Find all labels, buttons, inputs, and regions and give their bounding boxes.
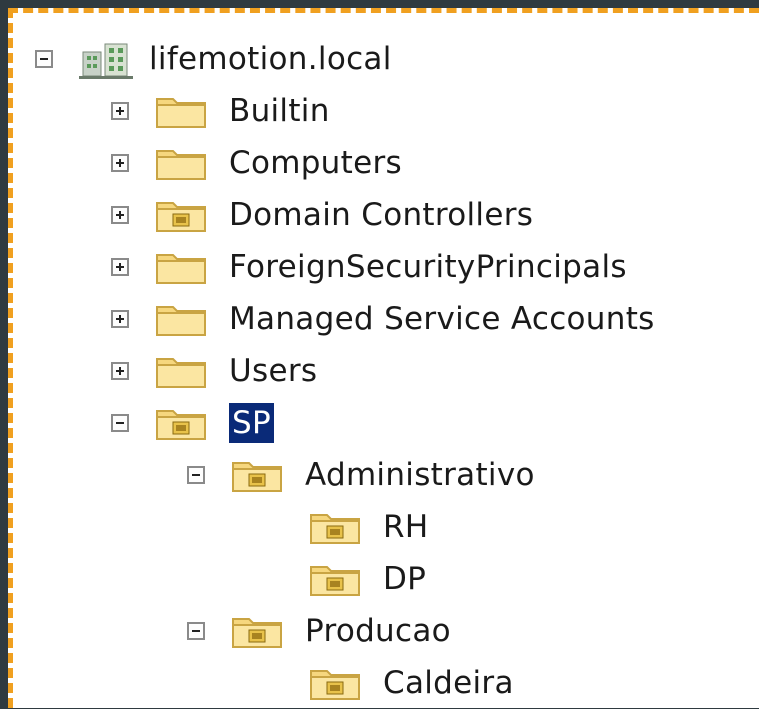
expand-toggle[interactable] bbox=[111, 102, 129, 120]
tree-node-label-selected: SP bbox=[229, 403, 274, 443]
tree-node-label: lifemotion.local bbox=[149, 41, 392, 77]
tree-node-builtin[interactable]: Builtin bbox=[111, 85, 330, 137]
ou-folder-icon bbox=[231, 457, 283, 493]
collapse-toggle[interactable] bbox=[187, 466, 205, 484]
tree-node-label: Users bbox=[229, 353, 318, 389]
tree-node-label: Administrativo bbox=[305, 457, 535, 493]
folder-icon bbox=[155, 145, 207, 181]
folder-icon bbox=[155, 301, 207, 337]
tree-node-users[interactable]: Users bbox=[111, 345, 317, 397]
expand-toggle[interactable] bbox=[111, 206, 129, 224]
ou-folder-icon bbox=[231, 613, 283, 649]
expand-toggle[interactable] bbox=[111, 258, 129, 276]
tree-node-label: Managed Service Accounts bbox=[229, 301, 655, 337]
tree-node-dp[interactable]: DP bbox=[309, 553, 426, 605]
tree-node-foreign-security-principals[interactable]: ForeignSecurityPrincipals bbox=[111, 241, 627, 293]
tree-node-producao[interactable]: Producao bbox=[187, 605, 451, 657]
tree-node-caldeira[interactable]: Caldeira bbox=[309, 657, 514, 709]
tree-node-computers[interactable]: Computers bbox=[111, 137, 402, 189]
collapse-toggle[interactable] bbox=[35, 50, 53, 68]
tree-node-sp[interactable]: SP bbox=[111, 397, 274, 449]
tree-node-label: Caldeira bbox=[383, 665, 514, 701]
tree-node-label: Domain Controllers bbox=[229, 197, 534, 233]
folder-icon bbox=[155, 353, 207, 389]
expand-toggle[interactable] bbox=[111, 310, 129, 328]
collapse-toggle[interactable] bbox=[187, 622, 205, 640]
tree-node-domain-controllers[interactable]: Domain Controllers bbox=[111, 189, 533, 241]
tree-node-rh[interactable]: RH bbox=[309, 501, 428, 553]
ou-folder-icon bbox=[309, 665, 361, 701]
tree-node-managed-service-accounts[interactable]: Managed Service Accounts bbox=[111, 293, 655, 345]
tree-node-label: ForeignSecurityPrincipals bbox=[229, 249, 627, 285]
ou-folder-icon bbox=[155, 405, 207, 441]
folder-icon bbox=[155, 93, 207, 129]
ou-folder-icon bbox=[309, 509, 361, 545]
tree-node-label: RH bbox=[383, 509, 429, 545]
tree-node-label: Computers bbox=[229, 145, 402, 181]
expand-toggle[interactable] bbox=[111, 362, 129, 380]
folder-icon bbox=[155, 249, 207, 285]
domain-icon bbox=[79, 38, 135, 80]
tree-node-label: Builtin bbox=[229, 93, 330, 129]
tree-node-administrativo[interactable]: Administrativo bbox=[187, 449, 535, 501]
tree-node-root[interactable]: lifemotion.local bbox=[35, 33, 392, 85]
collapse-toggle[interactable] bbox=[111, 414, 129, 432]
ou-folder-icon bbox=[309, 561, 361, 597]
tree-node-label: DP bbox=[383, 561, 427, 597]
tree-view: lifemotion.local Builtin Computers Domai… bbox=[8, 8, 759, 708]
expand-toggle[interactable] bbox=[111, 154, 129, 172]
ou-folder-icon bbox=[155, 197, 207, 233]
tree-node-label: Producao bbox=[305, 613, 451, 649]
